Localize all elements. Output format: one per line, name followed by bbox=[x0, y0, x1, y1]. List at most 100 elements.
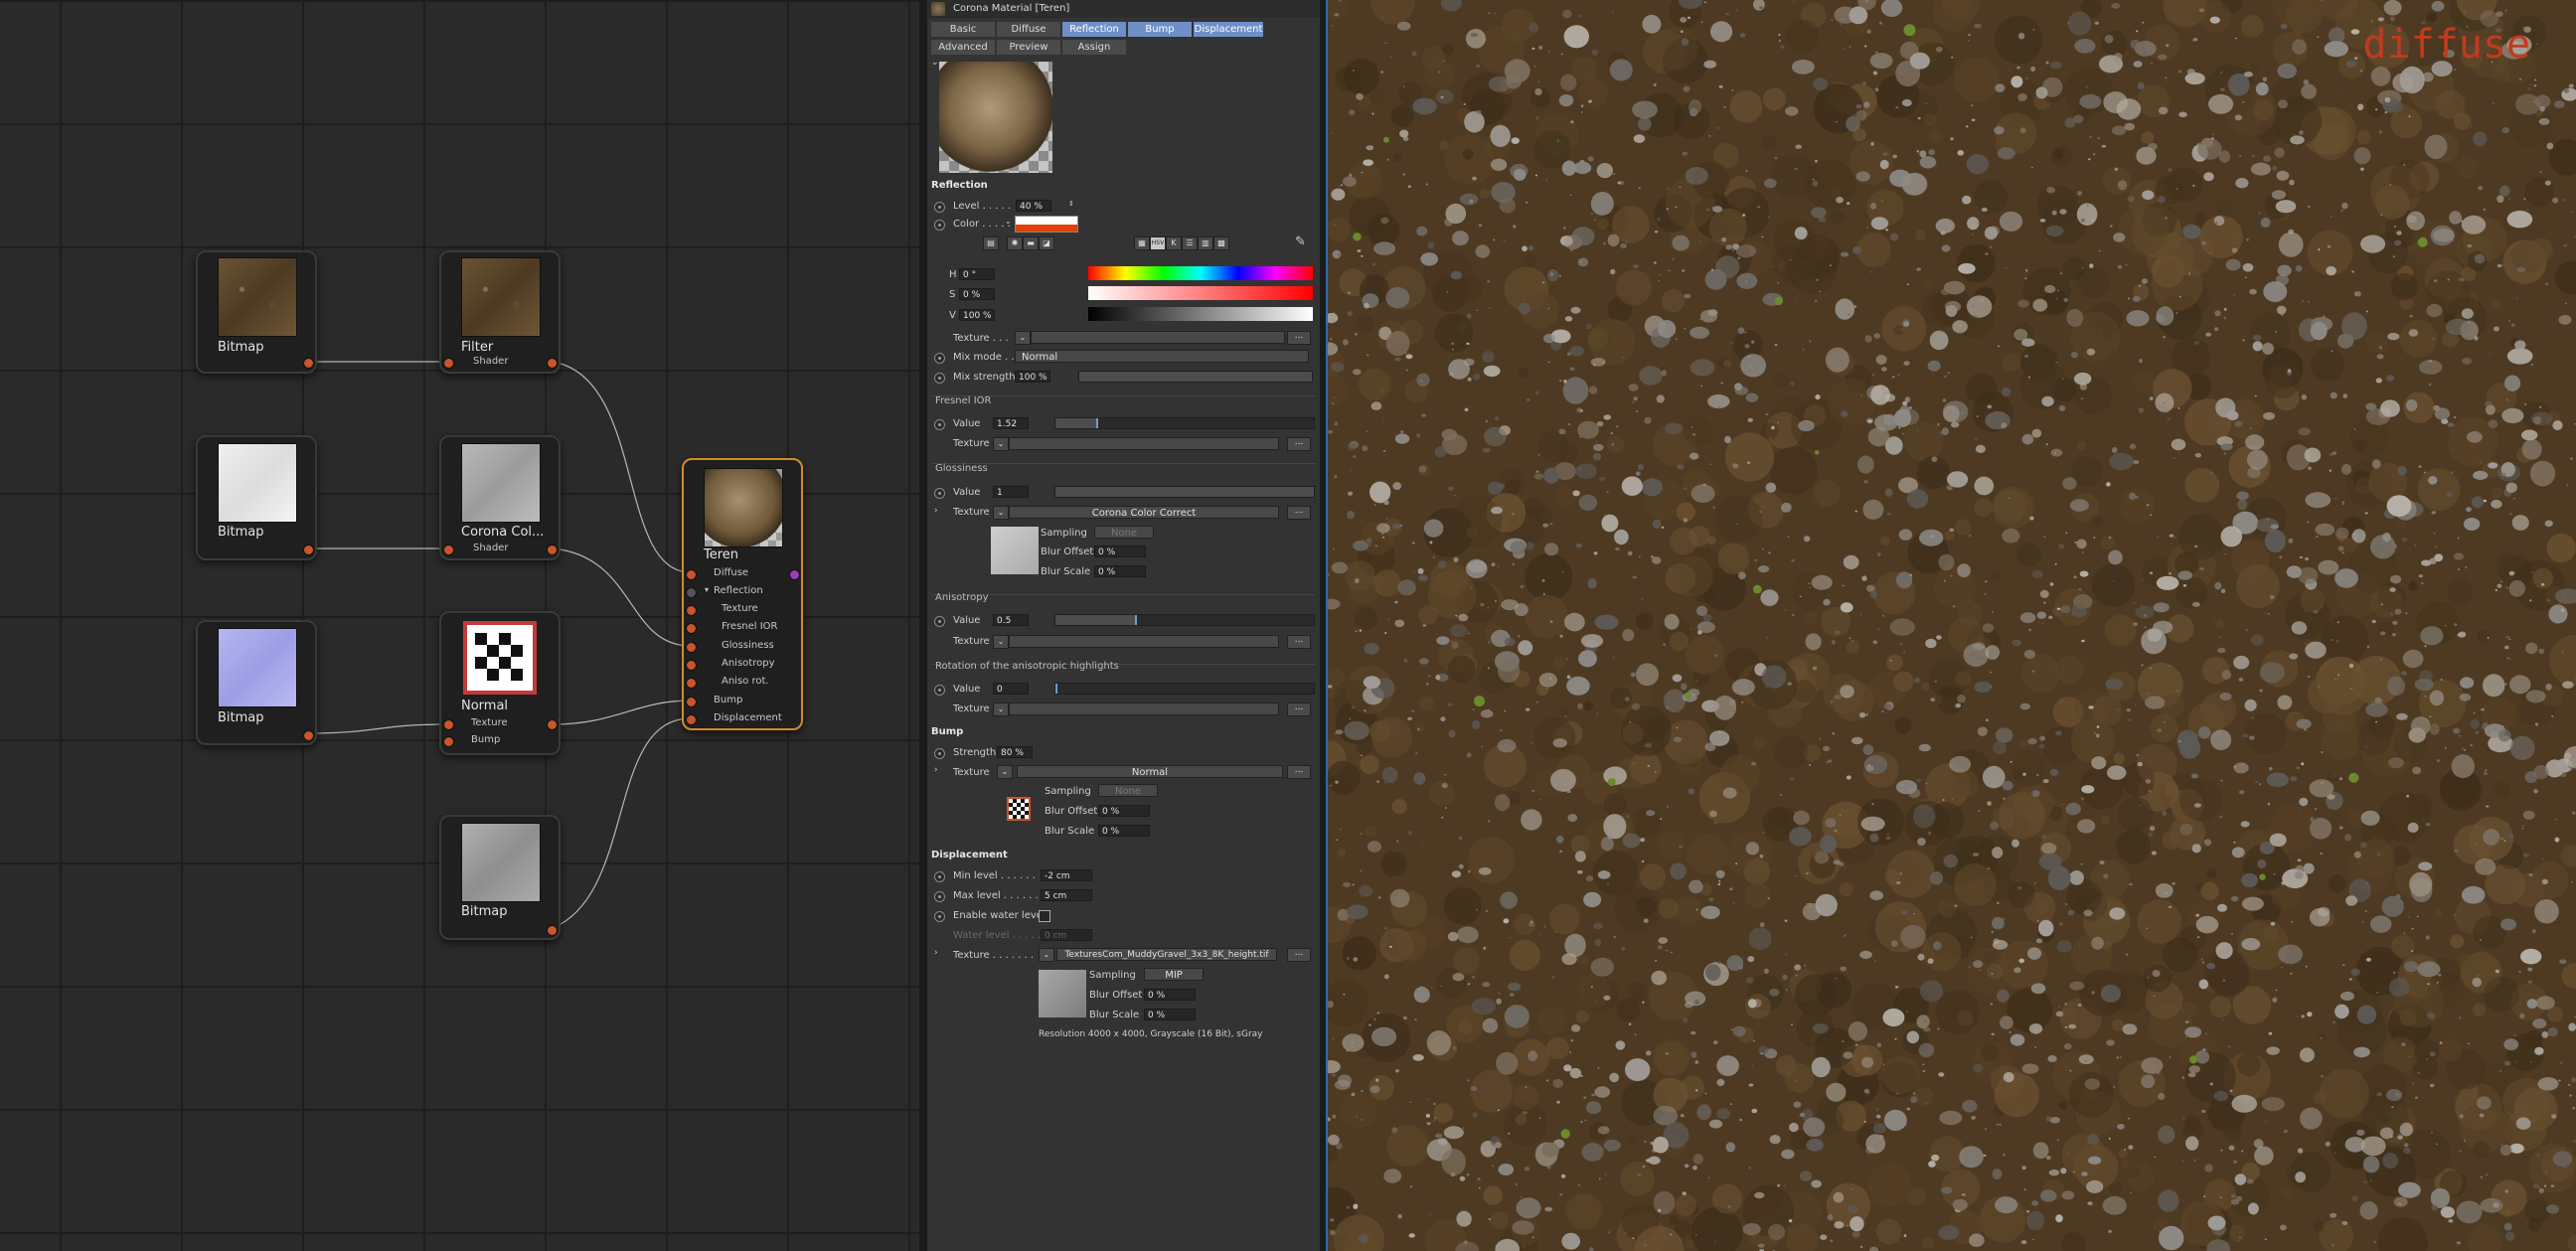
water-level-input[interactable]: 0 cm bbox=[1041, 929, 1092, 941]
output-port[interactable] bbox=[547, 719, 558, 730]
mixer-icon[interactable]: ☰ bbox=[1182, 236, 1198, 250]
anisotropy-texture-slot[interactable] bbox=[1009, 635, 1279, 648]
kelvin-icon[interactable]: K bbox=[1166, 236, 1182, 250]
corona-color-correct-node[interactable]: Corona Col... Shader bbox=[439, 435, 561, 560]
mixstrength-slider[interactable] bbox=[1078, 371, 1313, 383]
glossiness-value-input[interactable]: 1 bbox=[993, 486, 1029, 498]
eyedropper-icon[interactable]: ✎ bbox=[1295, 235, 1306, 249]
animate-toggle[interactable] bbox=[934, 202, 945, 213]
animate-toggle[interactable] bbox=[934, 616, 945, 627]
fresnel-value-input[interactable]: 1.52 bbox=[993, 417, 1029, 429]
hue-slider[interactable] bbox=[1088, 266, 1313, 280]
texture-menu-arrow[interactable]: ⌄ bbox=[993, 506, 1009, 520]
min-level-input[interactable]: -2 cm bbox=[1041, 869, 1092, 881]
glossiness-slider[interactable] bbox=[1054, 486, 1315, 498]
bump-texture-slot[interactable]: Normal bbox=[1017, 765, 1283, 778]
animate-toggle[interactable] bbox=[934, 353, 945, 364]
texture-menu-arrow[interactable]: ⌄ bbox=[1039, 948, 1054, 962]
rotation-texture-slot[interactable] bbox=[1009, 703, 1279, 715]
bluroffset-input[interactable]: 0 % bbox=[1144, 989, 1196, 1001]
value-slider[interactable] bbox=[1088, 307, 1313, 321]
bitmap-node-4[interactable]: Bitmap bbox=[439, 815, 561, 940]
tab-diffuse[interactable]: Diffuse bbox=[997, 22, 1060, 37]
tab-basic[interactable]: Basic bbox=[931, 22, 995, 37]
texture-options-button[interactable]: ... bbox=[1287, 506, 1311, 520]
h-input[interactable]: 0 ° bbox=[959, 268, 995, 280]
texture-menu-arrow[interactable]: ⌄ bbox=[993, 703, 1009, 716]
filter-node[interactable]: Filter Shader bbox=[439, 250, 561, 374]
tab-advanced[interactable]: Advanced bbox=[931, 40, 995, 55]
color-swatch[interactable] bbox=[1015, 216, 1078, 233]
material-preview[interactable] bbox=[939, 62, 1052, 173]
texture-menu-arrow[interactable]: ⌄ bbox=[993, 437, 1009, 451]
animate-toggle[interactable] bbox=[934, 685, 945, 696]
chevron-right-icon[interactable]: › bbox=[934, 765, 938, 775]
output-port[interactable] bbox=[303, 730, 314, 741]
spinner-icon[interactable]: ⇕ bbox=[1068, 200, 1074, 208]
hsv-mode-button[interactable]: HSV bbox=[1150, 236, 1166, 250]
output-port[interactable] bbox=[303, 358, 314, 369]
panel-divider[interactable] bbox=[919, 0, 927, 1251]
bitmap-node-3[interactable]: Bitmap bbox=[196, 620, 317, 745]
bump-strength-input[interactable]: 80 % bbox=[997, 746, 1033, 758]
output-port[interactable] bbox=[303, 545, 314, 555]
port-output[interactable] bbox=[789, 569, 800, 580]
mixstrength-input[interactable]: 100 % bbox=[1015, 371, 1050, 383]
sampling-select[interactable]: None bbox=[1098, 784, 1158, 797]
chevron-down-icon[interactable]: ▾ bbox=[705, 585, 709, 594]
texture-options-button[interactable]: ... bbox=[1287, 948, 1311, 962]
enable-water-checkbox[interactable] bbox=[1039, 910, 1050, 922]
output-port[interactable] bbox=[547, 545, 558, 555]
collapse-icon[interactable]: ⌄ bbox=[931, 58, 939, 68]
animate-toggle[interactable] bbox=[934, 373, 945, 384]
chevron-down-icon[interactable]: ⌄ bbox=[1005, 217, 1012, 226]
slider-handle[interactable] bbox=[1055, 684, 1057, 694]
animate-toggle[interactable] bbox=[934, 871, 945, 882]
tab-reflection[interactable]: Reflection bbox=[1062, 22, 1126, 37]
output-port[interactable] bbox=[547, 925, 558, 936]
node-editor[interactable]: Bitmap Filter Shader Bitmap Corona Col..… bbox=[0, 0, 919, 1251]
animate-toggle[interactable] bbox=[934, 488, 945, 499]
image-icon[interactable]: ◪ bbox=[1039, 236, 1054, 250]
tab-preview[interactable]: Preview bbox=[997, 40, 1060, 55]
animate-toggle[interactable] bbox=[934, 748, 945, 759]
chevron-right-icon[interactable]: › bbox=[934, 948, 938, 958]
texture-menu-arrow[interactable]: ⌄ bbox=[1015, 331, 1031, 345]
color-wheel-icon[interactable]: ✺ bbox=[1007, 236, 1023, 250]
material-node-teren[interactable]: Teren Diffuse ▾ Reflection Texture Fresne… bbox=[682, 458, 803, 730]
max-level-input[interactable]: 5 cm bbox=[1041, 889, 1092, 901]
normal-node[interactable]: Normal Texture Bump bbox=[439, 611, 561, 755]
v-input[interactable]: 100 % bbox=[959, 309, 995, 321]
grid-icon[interactable]: ▩ bbox=[1213, 236, 1229, 250]
output-port[interactable] bbox=[547, 358, 558, 369]
fresnel-texture-slot[interactable] bbox=[1009, 437, 1279, 450]
swatches-icon[interactable]: ▦ bbox=[1134, 236, 1150, 250]
bluroffset-input[interactable]: 0 % bbox=[1094, 546, 1146, 557]
anisotropy-slider[interactable] bbox=[1054, 614, 1315, 626]
rgb-icon[interactable]: ▥ bbox=[1198, 236, 1213, 250]
texture-viewer[interactable]: diffuse bbox=[1328, 0, 2576, 1251]
texture-options-button[interactable]: ... bbox=[1287, 331, 1311, 345]
texture-options-button[interactable]: ... bbox=[1287, 437, 1311, 451]
fresnel-slider[interactable] bbox=[1054, 417, 1315, 429]
saturation-slider[interactable] bbox=[1088, 286, 1313, 300]
bluroffset-input[interactable]: 0 % bbox=[1098, 805, 1150, 817]
slider-handle[interactable] bbox=[1096, 418, 1098, 428]
animate-toggle[interactable] bbox=[934, 220, 945, 231]
rotation-slider[interactable] bbox=[1054, 683, 1315, 695]
texture-menu-arrow[interactable]: ⌄ bbox=[993, 635, 1009, 649]
texture-options-button[interactable]: ... bbox=[1287, 765, 1311, 779]
level-input[interactable]: 40 % bbox=[1016, 200, 1051, 212]
sampling-select[interactable]: None bbox=[1094, 526, 1154, 539]
blurscale-input[interactable]: 0 % bbox=[1144, 1009, 1196, 1020]
blurscale-input[interactable]: 0 % bbox=[1094, 565, 1146, 577]
blurscale-input[interactable]: 0 % bbox=[1098, 825, 1150, 837]
picker-mode-icon[interactable]: ▤ bbox=[983, 236, 999, 250]
bitmap-node-2[interactable]: Bitmap bbox=[196, 435, 317, 560]
s-input[interactable]: 0 % bbox=[959, 288, 995, 300]
chevron-right-icon[interactable]: › bbox=[934, 506, 938, 516]
displacement-texture-slot[interactable]: TexturesCom_MuddyGravel_3x3_8K_height.ti… bbox=[1056, 948, 1277, 961]
reflection-texture-slot[interactable] bbox=[1031, 331, 1285, 344]
glossiness-texture-slot[interactable]: Corona Color Correct bbox=[1009, 506, 1279, 519]
tab-bump[interactable]: Bump bbox=[1128, 22, 1192, 37]
